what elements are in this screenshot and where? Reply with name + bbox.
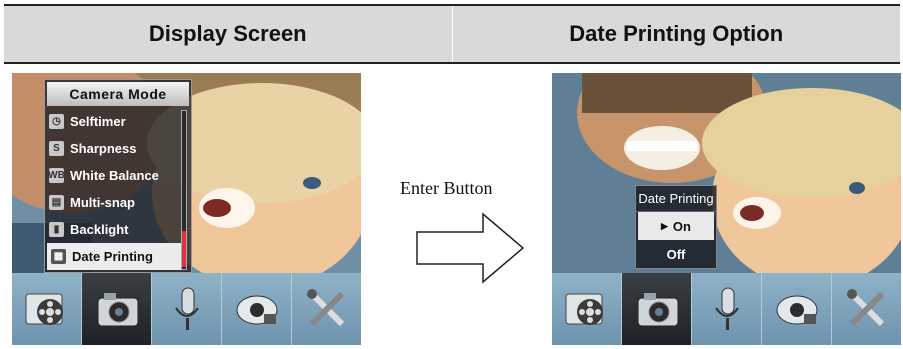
microphone-tool[interactable]: [692, 273, 762, 345]
menu-item-multi-snap[interactable]: ▤ Multi-snap: [45, 189, 191, 216]
playback-tool[interactable]: [222, 273, 292, 345]
date-printing-screen: Date Printing ▶ On Off: [552, 73, 901, 345]
tools-tool[interactable]: [292, 273, 361, 345]
scrollbar-thumb[interactable]: [182, 231, 186, 267]
menu-item-backlight[interactable]: ▮ Backlight: [45, 216, 191, 243]
menu-item-label: Date Printing: [72, 249, 153, 264]
menu-item-label: Sharpness: [70, 141, 137, 156]
mode-toolbar: [552, 273, 901, 345]
white-balance-icon: WB: [48, 168, 65, 183]
camera-tool[interactable]: [82, 273, 152, 345]
option-label: Off: [666, 246, 686, 262]
menu-item-label: Selftimer: [70, 114, 126, 129]
right-arrow-icon: [416, 212, 525, 284]
camera-icon: [637, 293, 678, 327]
tools-icon: [306, 289, 344, 327]
microphone-icon: [714, 287, 739, 330]
menu-item-label: White Balance: [70, 168, 159, 183]
microphone-icon: [174, 287, 199, 330]
tools-tool[interactable]: [832, 273, 901, 345]
menu-item-sharpness[interactable]: S Sharpness: [45, 135, 191, 162]
menu-scrollbar[interactable]: [181, 110, 187, 270]
date-printing-popup: Date Printing ▶ On Off: [635, 185, 717, 269]
menu-item-label: Multi-snap: [70, 195, 135, 210]
enter-button-label: Enter Button: [400, 178, 493, 198]
playback-icon: [776, 295, 817, 325]
microphone-tool[interactable]: [152, 273, 222, 345]
camera-mode-menu: Camera Mode ◷ Selftimer S Sharpness WB W…: [44, 79, 192, 273]
backlight-icon: ▮: [49, 222, 64, 237]
selected-triangle-icon: ▶: [661, 220, 668, 231]
tools-icon: [846, 289, 884, 327]
mode-toolbar: [12, 273, 361, 345]
display-screen: Camera Mode ◷ Selftimer S Sharpness WB W…: [12, 73, 361, 345]
sharpness-icon: S: [49, 141, 64, 156]
option-on[interactable]: ▶ On: [638, 212, 714, 240]
film-reel-icon: [25, 293, 63, 325]
date-printing-icon: ▦: [51, 249, 66, 264]
camera-mode-title: Camera Mode: [47, 82, 189, 106]
date-printing-title: Date Printing: [636, 186, 716, 212]
menu-item-selftimer[interactable]: ◷ Selftimer: [45, 108, 191, 135]
film-reel-icon: [565, 293, 603, 325]
playback-tool[interactable]: [762, 273, 832, 345]
option-off[interactable]: Off: [636, 240, 716, 268]
playback-icon: [236, 295, 277, 325]
menu-item-label: Backlight: [70, 222, 129, 237]
timer-icon: ◷: [49, 114, 64, 129]
header-table: Display Screen Date Printing Option: [4, 4, 900, 64]
menu-item-date-printing[interactable]: ▦ Date Printing: [47, 243, 181, 270]
film-reel-tool[interactable]: [12, 273, 82, 345]
option-label: On: [672, 218, 691, 234]
display-screen-heading: Display Screen: [4, 6, 453, 62]
background-photo: [552, 73, 901, 273]
camera-tool[interactable]: [622, 273, 692, 345]
date-printing-option-heading: Date Printing Option: [569, 21, 784, 46]
menu-item-white-balance[interactable]: WB White Balance: [45, 162, 191, 189]
film-reel-tool[interactable]: [552, 273, 622, 345]
multi-snap-icon: ▤: [49, 195, 64, 210]
camera-icon: [97, 293, 138, 327]
